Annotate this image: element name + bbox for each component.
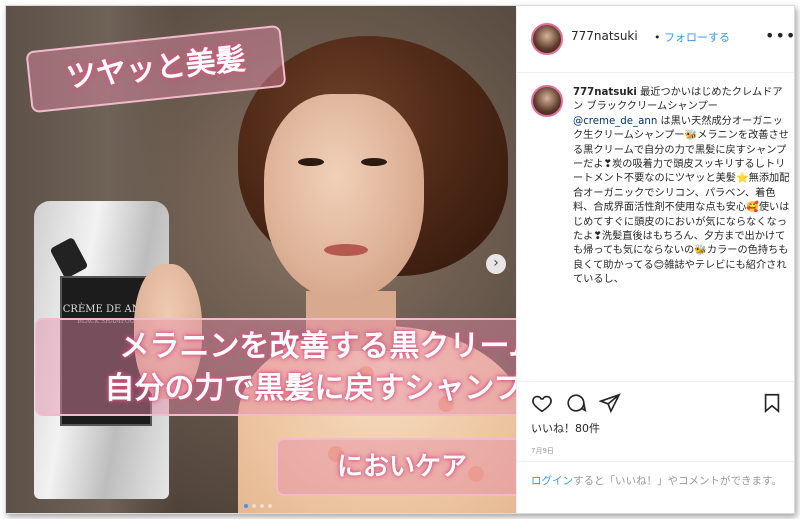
model-eye [298,158,324,166]
post-side-panel: 777natsuki • フォローする ••• 777natsuki 最近つかい… [516,6,794,513]
login-prompt: ログインすると「いいね！」やコメントができます。 [517,461,794,513]
overlay-line-1: メラニンを改善する黒クリーム [119,329,516,364]
carousel-dot [260,504,264,508]
login-prompt-message: すると「いいね！」やコメントができます。 [573,475,782,487]
overlay-banner-middle: メラニンを改善する黒クリーム 自分の力で黒髪に戻すシャンプー [35,318,516,416]
next-image-button[interactable]: › [486,254,506,274]
carousel-dots [242,493,274,512]
header-separator: • [654,31,661,44]
heart-icon[interactable] [531,392,553,414]
caption-username[interactable]: 777natsuki [573,87,637,98]
header-username[interactable]: 777natsuki [571,29,638,43]
model-lips [324,244,368,256]
overlay-banner-bottom: においケア [276,438,516,496]
comment-icon[interactable] [565,392,587,414]
carousel-dot-active [244,504,248,508]
caption-avatar[interactable] [531,85,563,117]
model-face [264,94,424,299]
post-photo[interactable]: CRÈME DE ANN BLACK SHAMPOO ツヤッと美髪 メラニンを改… [6,6,516,513]
overlay-line-2: 自分の力で黒髪に戻すシャンプー [104,371,516,406]
login-link[interactable]: ログイン [531,475,573,487]
login-prompt-text: ログインすると「いいね！」やコメントができます。 [531,474,791,489]
share-icon[interactable] [599,392,621,414]
instagram-post-window: CRÈME DE ANN BLACK SHAMPOO ツヤッと美髪 メラニンを改… [5,5,795,514]
avatar[interactable] [531,23,563,55]
bookmark-icon[interactable] [761,392,783,414]
caption: 777natsuki 最近つかいはじめたクレムドアン ブラッククリームシャンプー… [573,86,791,288]
post-header: 777natsuki • フォローする ••• [517,6,794,73]
carousel-dot [268,504,272,508]
post-date: 7月9日 [531,447,554,455]
more-icon[interactable]: ••• [765,26,794,45]
model-eye [361,158,387,166]
carousel-dot [252,504,256,508]
follow-button[interactable]: • フォローする [654,29,730,45]
caption-text-2: は黒い天然成分オーガニック生クリームシャンプー🐝メラニンを改善させる黒クリームで… [573,115,790,286]
likes-count[interactable]: いいね！80件 [531,420,600,436]
caption-mention-link[interactable]: @creme_de_ann [573,116,657,127]
follow-label: フォローする [664,31,730,44]
